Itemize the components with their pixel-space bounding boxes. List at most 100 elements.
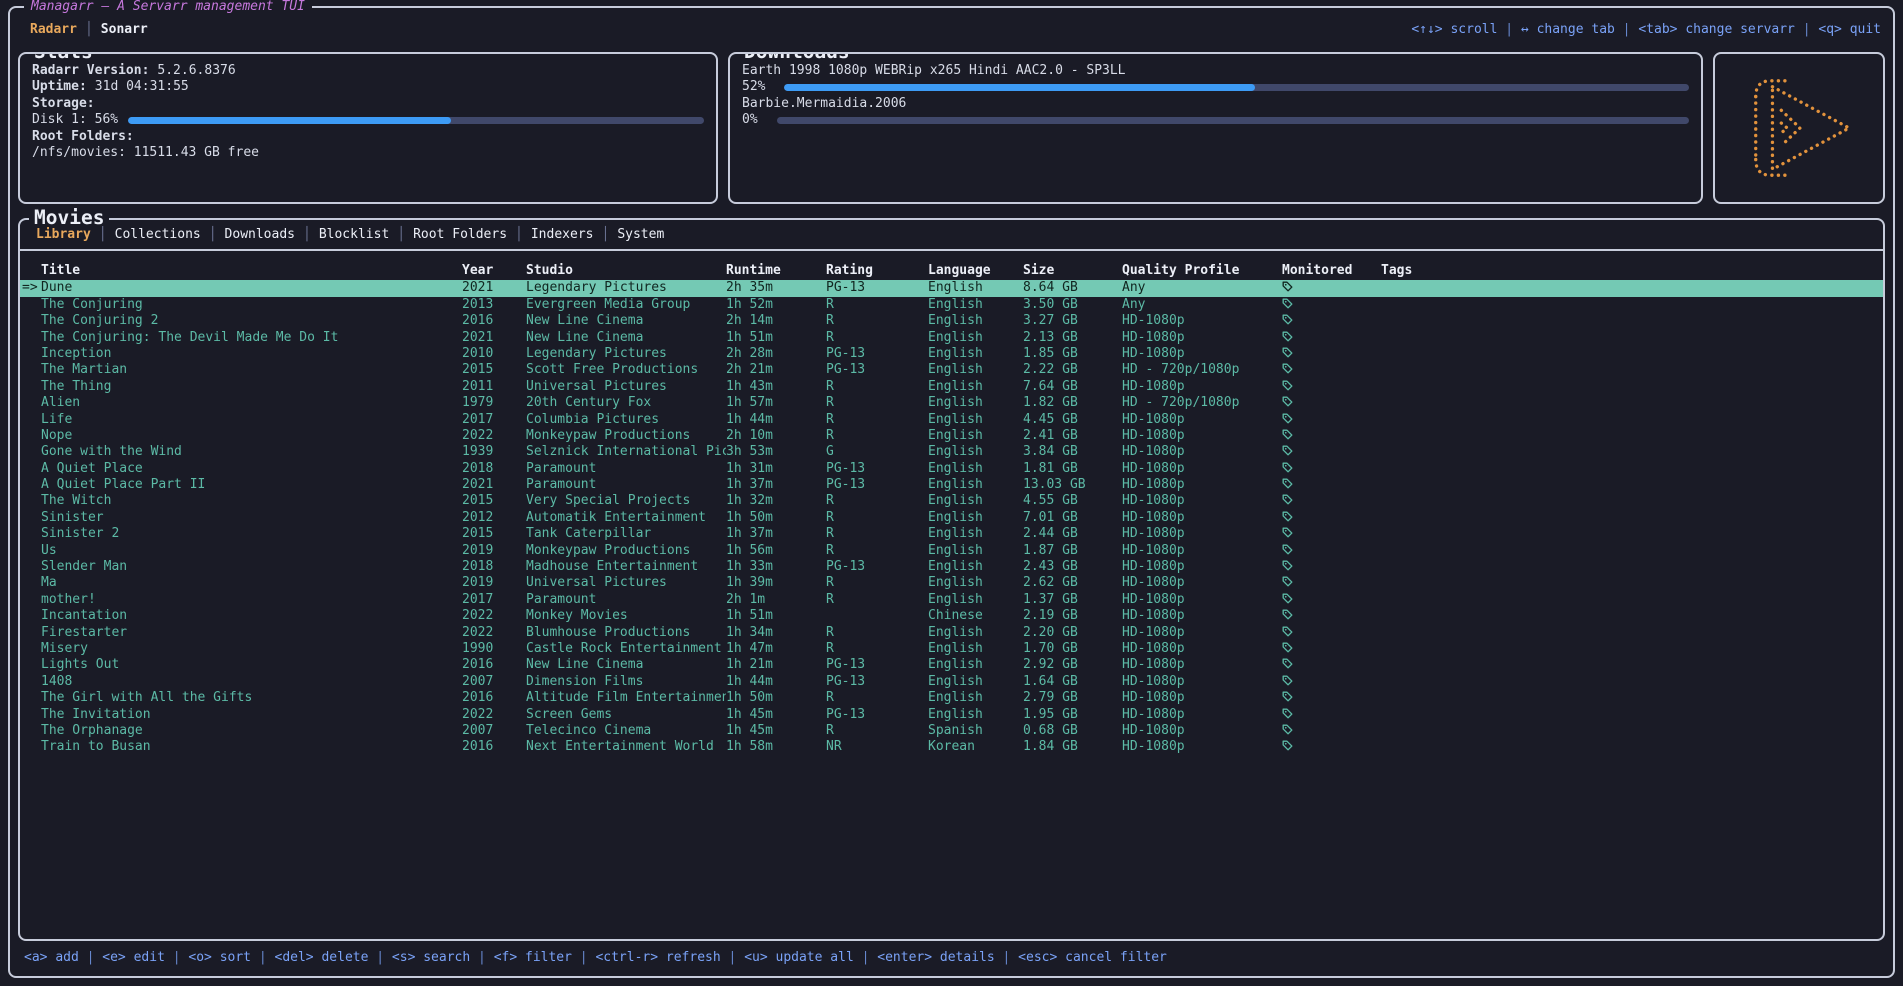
bottom-keybind-key-search: <s> [392,950,415,965]
movie-row[interactable]: Nope2022Monkeypaw Productions2h 10mREngl… [20,428,1883,444]
movie-row[interactable]: Inception2010Legendary Pictures2h 28mPG-… [20,346,1883,362]
tab-root-folders[interactable]: Root Folders [405,227,515,243]
movie-row[interactable]: The Witch2015Very Special Projects1h 32m… [20,493,1883,509]
movie-row[interactable]: The Invitation2022Screen Gems1h 45mPG-13… [20,707,1883,723]
bottom-keybind-action-edit: edit [134,950,165,965]
movies-table: TitleYearStudioRuntimeRatingLanguageSize… [20,251,1883,939]
app-title: Managarr — A Servarr management TUI [24,0,312,15]
movie-row[interactable]: A Quiet Place Part II2021Paramount1h 37m… [20,477,1883,493]
tag-icon [1282,642,1293,653]
movie-quality-profile: Any [1122,280,1282,296]
movie-quality-profile: HD-1080p [1122,657,1282,673]
movie-rating: R [826,575,928,591]
movie-row[interactable]: =>Dune2021Legendary Pictures2h 35mPG-13E… [20,280,1883,296]
movie-studio: Legendary Pictures [526,346,726,362]
movie-quality-profile: HD-1080p [1122,625,1282,641]
movie-row[interactable]: The Martian2015Scott Free Productions2h … [20,362,1883,378]
tag-icon [1282,363,1293,374]
tab-system[interactable]: System [609,227,672,243]
tab-downloads[interactable]: Downloads [217,227,303,243]
movie-row[interactable]: The Thing2011Universal Pictures1h 43mREn… [20,379,1883,395]
movie-year: 1990 [462,641,526,657]
movie-size: 2.19 GB [1023,608,1122,624]
top-keybind-key-scroll: <↑↓> [1411,22,1442,37]
movie-row[interactable]: The Conjuring: The Devil Made Me Do It20… [20,330,1883,346]
download-item: Barbie.Mermaidia.20060% [742,96,1689,129]
tag-icon [1282,544,1293,555]
movie-runtime: 1h 56m [726,543,826,559]
movie-monitored [1282,395,1381,411]
tag-icon [1282,675,1293,686]
movie-row[interactable]: Sinister 22015Tank Caterpillar1h 37mREng… [20,526,1883,542]
servarr-tab-radarr[interactable]: Radarr [22,22,85,37]
servarr-tab-sonarr[interactable]: Sonarr [93,22,156,37]
movie-row[interactable]: The Conjuring 22016New Line Cinema2h 14m… [20,313,1883,329]
movie-row[interactable]: Train to Busan2016Next Entertainment Wor… [20,739,1883,755]
movie-title: Us [20,543,462,559]
column-header-language: Language [928,263,1023,279]
movie-title: =>Dune [20,280,462,296]
movie-runtime: 1h 51m [726,608,826,624]
movie-row[interactable]: 14082007Dimension Films1h 44mPG-13Englis… [20,674,1883,690]
movie-row[interactable]: Misery1990Castle Rock Entertainment1h 47… [20,641,1883,657]
movie-monitored [1282,379,1381,395]
tab-collections[interactable]: Collections [107,227,209,243]
movie-row[interactable]: A Quiet Place2018Paramount1h 31mPG-13Eng… [20,461,1883,477]
movie-title: The Conjuring [20,297,462,313]
movie-rating: R [826,297,928,313]
movie-row[interactable]: The Orphanage2007Telecinco Cinema1h 45mR… [20,723,1883,739]
movie-monitored [1282,608,1381,624]
movie-studio: Paramount [526,592,726,608]
keybind-separator: | [854,950,877,965]
movies-panel-title: Movies [29,210,109,226]
download-percent: 52% [742,79,765,95]
tab-library[interactable]: Library [28,227,99,243]
movie-studio: Monkey Movies [526,608,726,624]
movie-quality-profile: HD-1080p [1122,608,1282,624]
movie-runtime: 1h 44m [726,412,826,428]
bottom-keybind-key-update-all: <u> [744,950,767,965]
movie-row[interactable]: mother!2017Paramount2h 1mREnglish1.37 GB… [20,592,1883,608]
tab-blocklist[interactable]: Blocklist [311,227,397,243]
movie-row[interactable]: Us2019Monkeypaw Productions1h 56mREnglis… [20,543,1883,559]
movie-size: 7.64 GB [1023,379,1122,395]
movie-size: 2.22 GB [1023,362,1122,378]
movie-row[interactable]: Incantation2022Monkey Movies1h 51mChines… [20,608,1883,624]
movie-studio: Castle Rock Entertainment [526,641,726,657]
movie-language: Chinese [928,608,1023,624]
movie-monitored [1282,690,1381,706]
download-progress-bar [784,84,1689,91]
movie-quality-profile: HD-1080p [1122,723,1282,739]
selection-marker: => [22,280,38,296]
tab-indexers[interactable]: Indexers [523,227,602,243]
movie-rating: R [826,428,928,444]
downloads-list: Earth 1998 1080p WEBRip x265 Hindi AAC2.… [742,63,1689,129]
movie-year: 2016 [462,739,526,755]
movie-row[interactable]: Ma2019Universal Pictures1h 39mREnglish2.… [20,575,1883,591]
movie-rating: R [826,412,928,428]
movie-row[interactable]: Slender Man2018Madhouse Entertainment1h … [20,559,1883,575]
movie-row[interactable]: Life2017Columbia Pictures1h 44mREnglish4… [20,412,1883,428]
movie-size: 1.85 GB [1023,346,1122,362]
movie-runtime: 1h 39m [726,575,826,591]
movie-title: Alien [20,395,462,411]
download-progress-line: 52% [742,79,1689,95]
movie-row[interactable]: The Conjuring2013Evergreen Media Group1h… [20,297,1883,313]
movie-row[interactable]: The Girl with All the Gifts2016Altitude … [20,690,1883,706]
movie-row[interactable]: Firestarter2022Blumhouse Productions1h 3… [20,625,1883,641]
bottom-keybind-action-search: search [423,950,470,965]
bottom-keybind-key-cancel-filter: <esc> [1018,950,1057,965]
tag-icon [1282,626,1293,637]
top-keybind-action-change-tab: change tab [1537,22,1615,37]
movie-studio: Scott Free Productions [526,362,726,378]
movie-monitored [1282,559,1381,575]
movie-runtime: 1h 34m [726,625,826,641]
movie-title: The Thing [20,379,462,395]
bottom-keybind-action-refresh: refresh [666,950,721,965]
movie-row[interactable]: Lights Out2016New Line Cinema1h 21mPG-13… [20,657,1883,673]
movie-row[interactable]: Gone with the Wind1939Selznick Internati… [20,444,1883,460]
movie-row[interactable]: Alien197920th Century Fox1h 57mREnglish1… [20,395,1883,411]
movie-row[interactable]: Sinister2012Automatik Entertainment1h 50… [20,510,1883,526]
movie-monitored [1282,280,1381,296]
movie-title: Incantation [20,608,462,624]
